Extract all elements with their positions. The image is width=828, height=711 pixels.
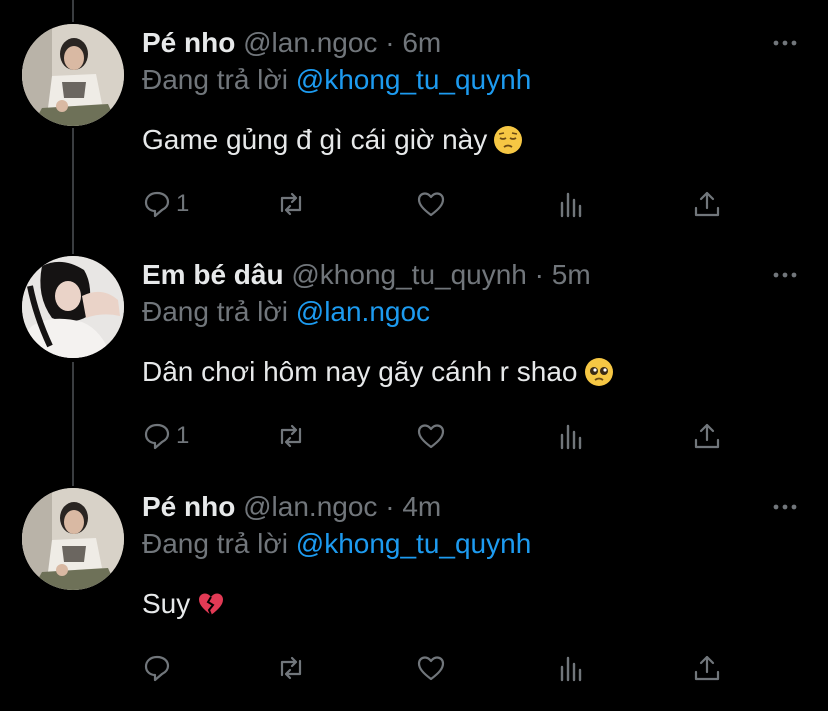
timestamp[interactable]: 6m [402, 27, 441, 58]
timestamp[interactable]: 5m [552, 259, 591, 290]
views-icon [560, 656, 582, 682]
retweet-icon [280, 192, 302, 216]
display-name[interactable]: Pé nho [142, 27, 235, 58]
tweet[interactable]: Pé nho @lan.ngoc · 4m Đang trả lời @khon… [0, 464, 828, 696]
separator: · [385, 27, 395, 58]
separator: · [534, 259, 544, 290]
retweet-icon [280, 656, 302, 680]
reply-button[interactable] [142, 650, 176, 686]
reply-button[interactable]: 1 [142, 418, 189, 454]
like-icon [417, 192, 445, 217]
avatar-image [22, 488, 124, 590]
tweet-actions: 1 [142, 186, 732, 222]
like-button[interactable] [416, 650, 446, 686]
tweet-header: Pé nho @lan.ngoc · 6m [142, 26, 441, 60]
tweet-text: Dân chơi hôm nay gãy cánh r shao [142, 352, 614, 398]
views-button[interactable] [556, 650, 586, 686]
views-button[interactable] [556, 186, 586, 222]
retweet-button[interactable] [276, 186, 306, 222]
tweet-header: Em bé dâu @khong_tu_quynh · 5m [142, 258, 591, 292]
like-icon [417, 656, 445, 681]
views-icon [560, 424, 582, 450]
avatar[interactable] [22, 256, 124, 358]
mention-link[interactable]: @khong_tu_quynh [296, 528, 532, 559]
avatar[interactable] [22, 488, 124, 590]
broken-heart-icon [196, 589, 226, 630]
reply-icon [144, 191, 170, 218]
retweet-button[interactable] [276, 650, 306, 686]
tweet-actions: 1 [142, 418, 732, 454]
avatar-image [22, 24, 124, 126]
share-button[interactable] [692, 650, 722, 686]
mention-link[interactable]: @khong_tu_quynh [296, 64, 532, 95]
share-icon [694, 423, 720, 449]
replying-prefix: Đang trả lời [142, 528, 288, 559]
share-button[interactable] [692, 418, 722, 454]
reply-button[interactable]: 1 [142, 186, 189, 222]
replying-to: Đang trả lời @lan.ngoc [142, 294, 430, 330]
replying-to: Đang trả lời @khong_tu_quynh [142, 526, 531, 562]
pleading-face-icon [584, 357, 614, 398]
tweet[interactable]: Em bé dâu @khong_tu_quynh · 5m Đang trả … [0, 232, 828, 464]
timestamp[interactable]: 4m [402, 491, 441, 522]
tweet-header: Pé nho @lan.ngoc · 4m [142, 490, 441, 524]
tweet-text: Game gủng đ gì cái giờ này [142, 120, 523, 166]
tweet-text-content: Game gủng đ gì cái giờ này [142, 124, 488, 155]
retweet-button[interactable] [276, 418, 306, 454]
replying-prefix: Đang trả lời [142, 296, 288, 327]
like-button[interactable] [416, 186, 446, 222]
more-icon[interactable] [772, 30, 798, 56]
user-handle[interactable]: @khong_tu_quynh [291, 259, 527, 290]
tweet-text-content: Dân chơi hôm nay gãy cánh r shao [142, 356, 578, 387]
more-icon[interactable] [772, 262, 798, 288]
tweet-text-content: Suy [142, 588, 191, 619]
more-icon[interactable] [772, 494, 798, 520]
like-icon [417, 424, 445, 449]
user-handle[interactable]: @lan.ngoc [243, 491, 377, 522]
share-icon [694, 191, 720, 217]
views-button[interactable] [556, 418, 586, 454]
like-button[interactable] [416, 418, 446, 454]
replying-to: Đang trả lời @khong_tu_quynh [142, 62, 531, 98]
display-name[interactable]: Em bé dâu [142, 259, 284, 290]
mention-link[interactable]: @lan.ngoc [296, 296, 430, 327]
tweet[interactable]: Pé nho @lan.ngoc · 6m Đang trả lời @khon… [0, 0, 828, 232]
display-name[interactable]: Pé nho [142, 491, 235, 522]
tweet-text: Suy [142, 584, 226, 630]
reply-count: 1 [176, 190, 190, 217]
reply-count: 1 [176, 422, 190, 449]
pensive-face-icon [493, 125, 523, 166]
reply-icon [144, 423, 170, 450]
share-button[interactable] [692, 186, 722, 222]
replying-prefix: Đang trả lời [142, 64, 288, 95]
views-icon [560, 192, 582, 218]
avatar[interactable] [22, 24, 124, 126]
tweet-actions [142, 650, 732, 686]
share-icon [694, 655, 720, 681]
separator: · [385, 491, 395, 522]
avatar-image [22, 256, 124, 358]
user-handle[interactable]: @lan.ngoc [243, 27, 377, 58]
retweet-icon [280, 424, 302, 448]
reply-icon [144, 655, 170, 682]
